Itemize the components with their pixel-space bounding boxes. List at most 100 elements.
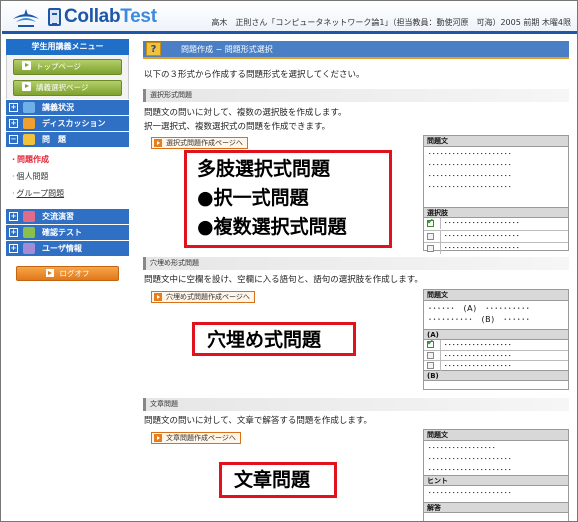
create-choice-button[interactable]: 選択式問題作成ページへ <box>151 137 248 149</box>
answer-header: 解答 <box>424 502 568 513</box>
choice-row: ･･･････････････････ <box>424 217 568 230</box>
question-body: ･････････････････････ ･･････････････････… <box>424 147 568 207</box>
blank-b-header: (B) <box>424 370 568 381</box>
sidebar-item-discussion[interactable]: + ディスカッション <box>6 115 129 131</box>
choice-row: ･･･････････････････ <box>424 242 568 254</box>
sidebar: 学生用講義メニュー トップページ 講義選択ページ + 講義状況 + ディスカッシ… <box>6 39 129 285</box>
hint-body: ･････････････････････ <box>424 486 568 502</box>
expand-icon[interactable]: + <box>9 212 18 221</box>
sample-essay: 問題文 ･････････････････ ･･････････････････… <box>423 429 569 521</box>
expand-icon[interactable]: + <box>9 103 18 112</box>
checkbox-icon <box>427 233 434 240</box>
callout-multiple-choice: 多肢選択式問題 ●択一式問題 ●複数選択式問題 <box>184 150 392 248</box>
expand-icon[interactable]: + <box>9 244 18 253</box>
logoff-button[interactable]: ログオフ <box>16 266 119 281</box>
choice-text: ･････････････････ <box>440 361 512 371</box>
create-essay-button[interactable]: 文章問題作成ページへ <box>151 432 241 444</box>
lecture-select-button[interactable]: 講義選択ページ <box>13 80 122 96</box>
choice-row: ･････････････････ <box>424 338 568 350</box>
create-fill-button[interactable]: 穴埋め式問題作成ページへ <box>151 291 255 303</box>
top-page-button[interactable]: トップページ <box>13 59 122 75</box>
checkbox-icon <box>427 245 434 252</box>
sidebar-item-individual-problems[interactable]: · 個人問題 <box>12 168 129 185</box>
sidebar-button-group: トップページ 講義選択ページ <box>6 55 129 99</box>
callout-line: 穴埋め式問題 <box>207 329 322 351</box>
question-header: 問題文 <box>424 136 568 147</box>
placeholder-line: ･････････････････････ <box>428 172 512 180</box>
app-frame: CollabTest 高木 正則さん「コンピュータネットワーク論1」（担当教員：… <box>0 0 578 522</box>
checkbox-checked-icon <box>427 217 434 227</box>
sidebar-item-user-info[interactable]: + ユーザ情報 <box>6 240 129 256</box>
sample-fill-in: 問題文 ･･････ (A) ･･････････ ･･････････ (B)… <box>423 289 569 390</box>
placeholder-line: ･････････････････ <box>428 444 496 452</box>
placeholder-line: ･････････････････････ <box>428 183 512 191</box>
page-title: 問題作成 − 問題形式選択 <box>181 45 273 54</box>
page-title-bar: ? 問題作成 − 問題形式選択 <box>143 41 569 59</box>
sidebar-title: 学生用講義メニュー <box>6 39 129 55</box>
sidebar-item-create-problem[interactable]: · 問題作成 <box>12 151 129 168</box>
arrow-right-icon <box>22 61 31 70</box>
logo-icon <box>13 9 39 27</box>
question-header: 問題文 <box>424 290 568 301</box>
sidebar-item-group-problems[interactable]: · グループ問題 <box>12 185 129 202</box>
expand-icon[interactable]: + <box>9 119 18 128</box>
callout-line: ●択一式問題 <box>197 187 309 209</box>
choice-row: ･･･････････････････ <box>424 230 568 242</box>
section-header-fill: 穴埋め形式問題 <box>143 257 569 270</box>
question-body: ･･････ (A) ･･････････ ･･････････ (B) ･･･… <box>424 301 568 329</box>
placeholder-line: ･･････････ (B) ･･････ <box>428 315 531 324</box>
sidebar-item-exchange[interactable]: + 交流演習 <box>6 208 129 224</box>
test-icon <box>23 227 35 238</box>
callout-fill-in: 穴埋め式問題 <box>192 322 356 356</box>
question-body: ･････････････････ ･････････････････････ … <box>424 441 568 475</box>
logo-book-icon <box>48 8 61 26</box>
header: CollabTest 高木 正則さん「コンピュータネットワーク論1」（担当教員：… <box>2 2 577 34</box>
callout-line: 文章問題 <box>234 469 311 491</box>
arrow-right-icon <box>22 82 31 91</box>
section-desc: 問題文の問いに対して、複数の選択肢を作成します。 <box>144 108 347 118</box>
choice-text: ･････････････････ <box>440 340 512 350</box>
collapse-icon[interactable]: − <box>9 135 18 144</box>
checkbox-icon <box>427 352 434 359</box>
section-header-essay: 文章問題 <box>143 398 569 411</box>
placeholder-line: ･･････ (A) ･･････････ <box>428 304 531 313</box>
placeholder-line: ･････････････････････ <box>428 150 512 158</box>
problems-icon <box>23 134 35 145</box>
placeholder-line: ･････････････････････ <box>428 161 512 169</box>
choices-header: 選択肢 <box>424 207 568 218</box>
placeholder-line: ･････････････････････ <box>428 455 512 463</box>
question-icon: ? <box>146 42 161 56</box>
exchange-icon <box>23 211 35 222</box>
choice-text: ･･･････････････････ <box>440 231 520 242</box>
section-desc: 択一選択式、複数選択式の問題を作成できます。 <box>144 122 331 132</box>
section-desc: 問題文の問いに対して、文章で解答する問題を作成します。 <box>144 416 372 426</box>
section-desc: 問題文中に空欄を設け、空欄に入る語句と、語句の選択肢を作成します。 <box>144 275 423 285</box>
lecture-status-icon <box>23 102 35 113</box>
sidebar-item-problems[interactable]: − 問 題 <box>6 131 129 147</box>
section-header-choice: 選択形式問題 <box>143 89 569 102</box>
checkbox-icon <box>427 362 434 369</box>
intro-text: 以下の３形式から作成する問題形式を選択してください。 <box>144 70 365 80</box>
callout-essay: 文章問題 <box>219 462 337 498</box>
user-icon <box>23 243 35 254</box>
logoff-wrap: ログオフ <box>6 256 129 285</box>
blank-a-header: (A) <box>424 329 568 340</box>
sidebar-item-lecture-status[interactable]: + 講義状況 <box>6 99 129 115</box>
choice-text: ･･･････････････････ <box>440 218 520 229</box>
placeholder-line: ･････････････････････ <box>428 489 512 497</box>
choice-text: ･･･････････････････ <box>440 243 520 254</box>
course-info: 高木 正則さん「コンピュータネットワーク論1」（担当教員：動使河原 可海）200… <box>211 18 571 27</box>
callout-line: ●複数選択式問題 <box>197 216 347 238</box>
arrow-right-icon <box>45 269 54 277</box>
choice-row: ･････････････････ <box>424 350 568 361</box>
discussion-icon <box>23 118 35 129</box>
sample-multiple-choice: 問題文 ･････････････････････ ･･････････････… <box>423 135 569 254</box>
problems-submenu: · 問題作成 · 個人問題 · グループ問題 <box>6 147 129 208</box>
callout-line: 多肢選択式問題 <box>197 158 331 180</box>
choice-row: ･････････････････ <box>424 360 568 371</box>
hint-header: ヒント <box>424 475 568 486</box>
sidebar-item-confirm-test[interactable]: + 確認テスト <box>6 224 129 240</box>
expand-icon[interactable]: + <box>9 228 18 237</box>
app-logo: CollabTest <box>64 6 157 27</box>
checkbox-checked-icon <box>427 338 434 348</box>
